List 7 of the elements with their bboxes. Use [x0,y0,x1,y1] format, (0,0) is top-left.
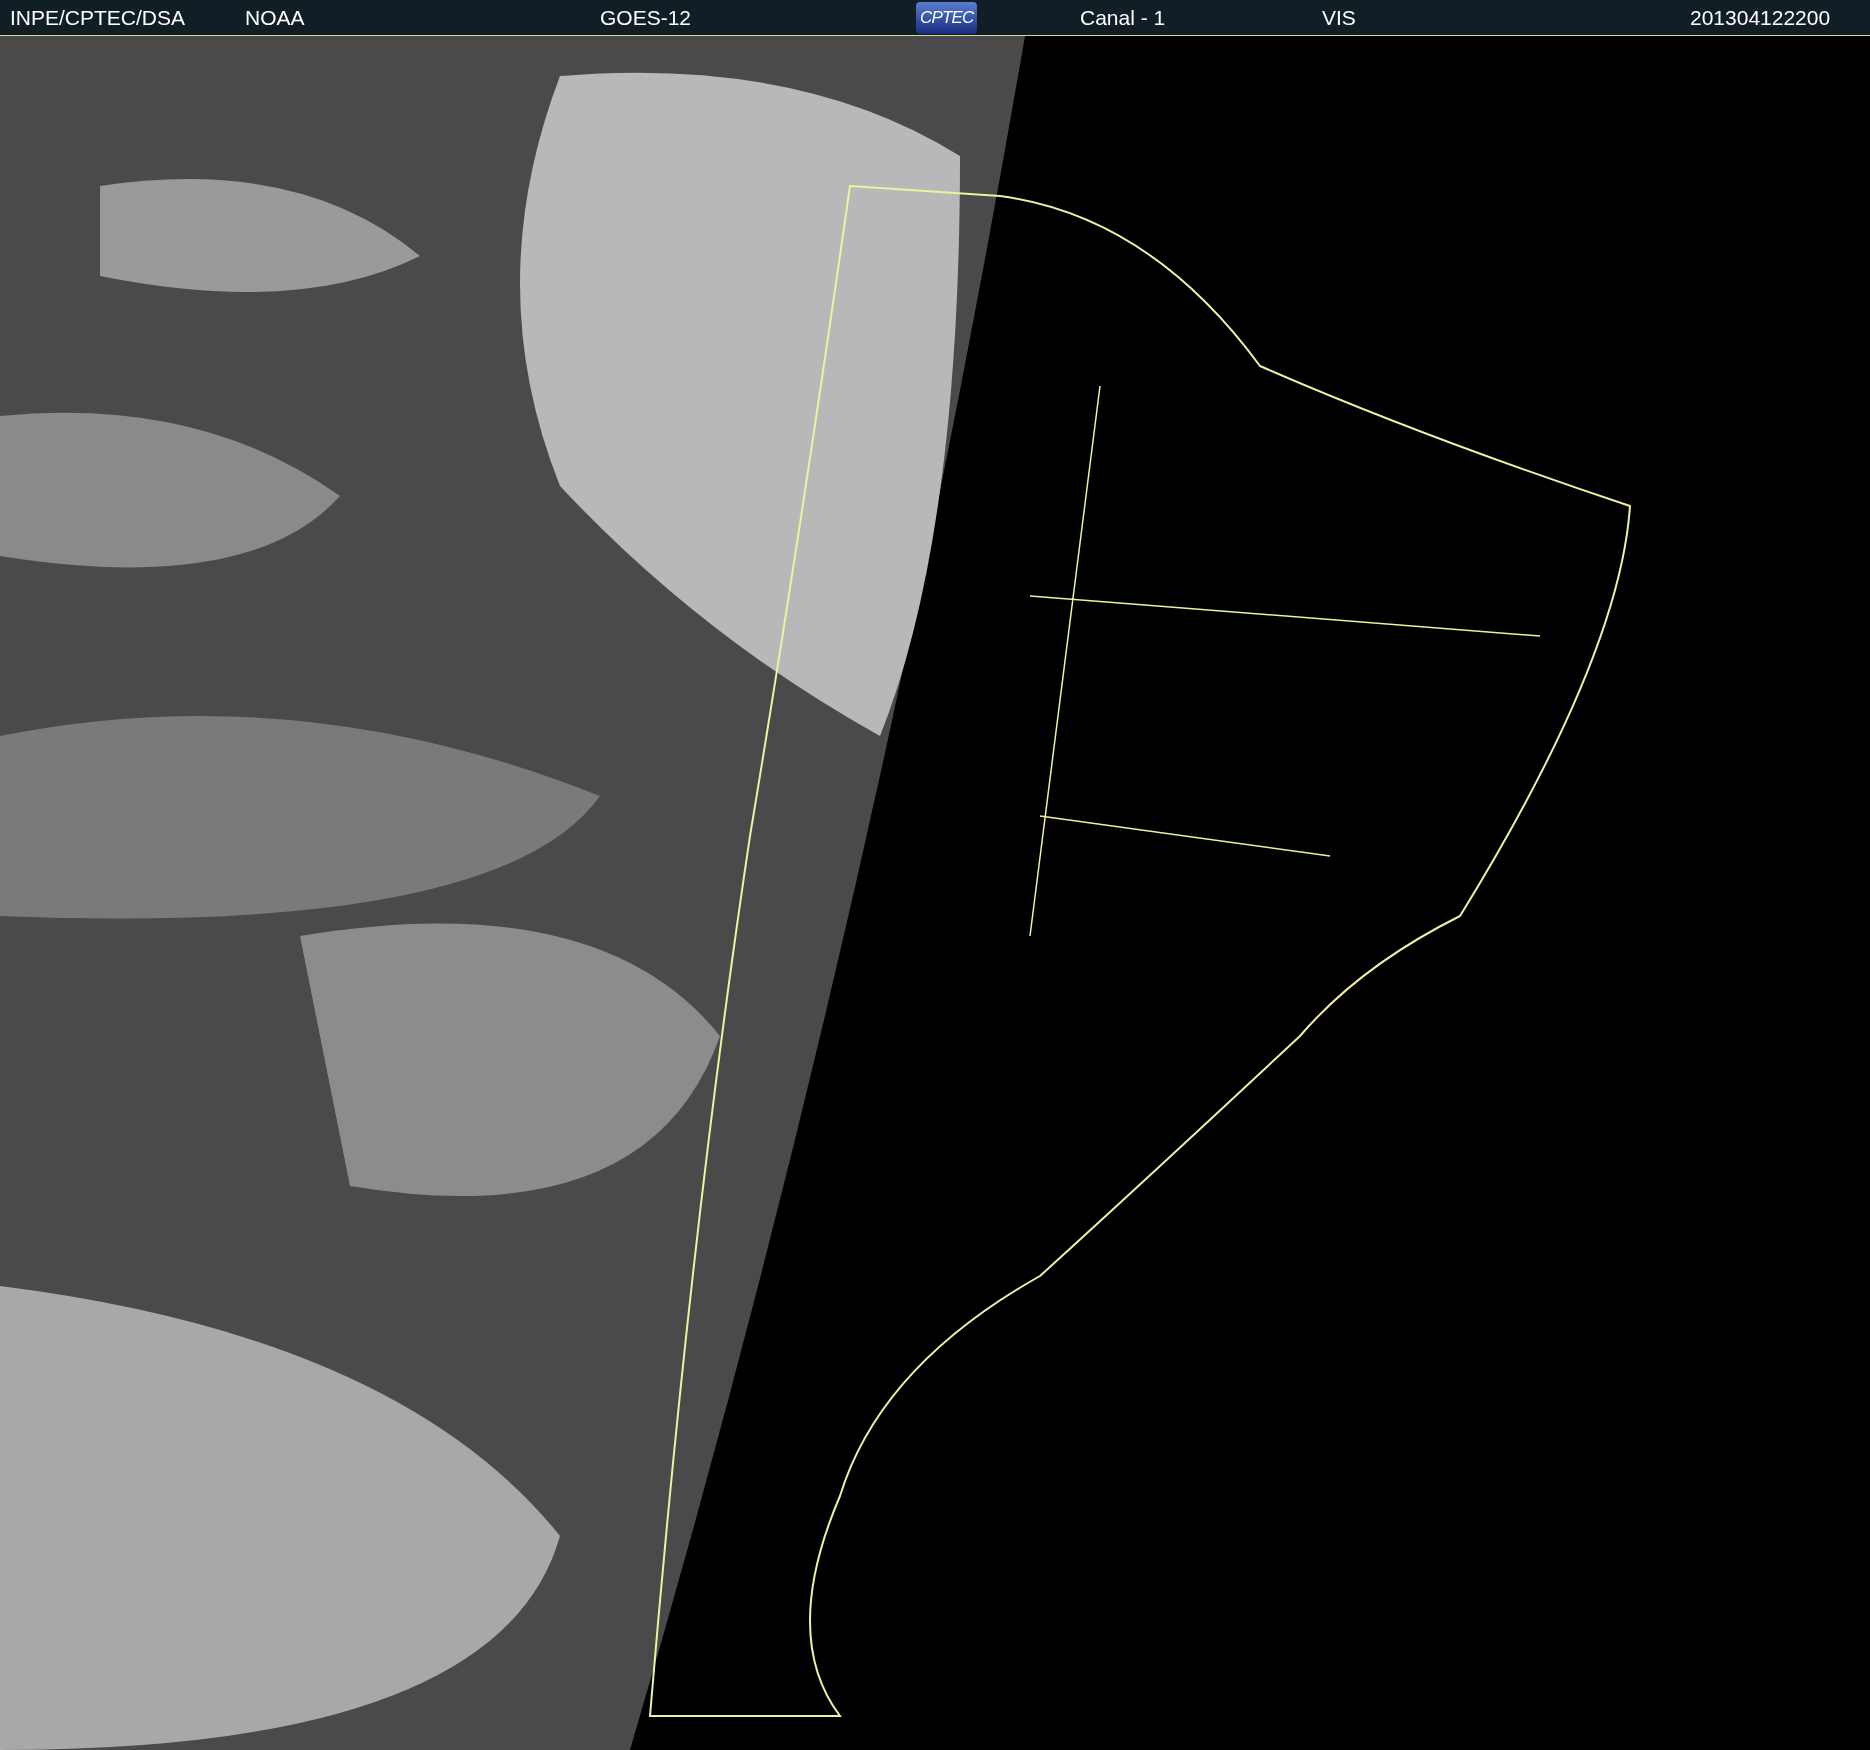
header-label: INPE/CPTEC/DSA [10,5,186,29]
logo: CPTEC [916,1,978,34]
header-label: NOAA [245,5,305,29]
header-label: 201304122200 [1690,5,1831,29]
header-label: Canal - 1 [1080,5,1166,29]
header-label: GOES-12 [600,5,692,29]
header-label: VIS [1322,5,1356,29]
